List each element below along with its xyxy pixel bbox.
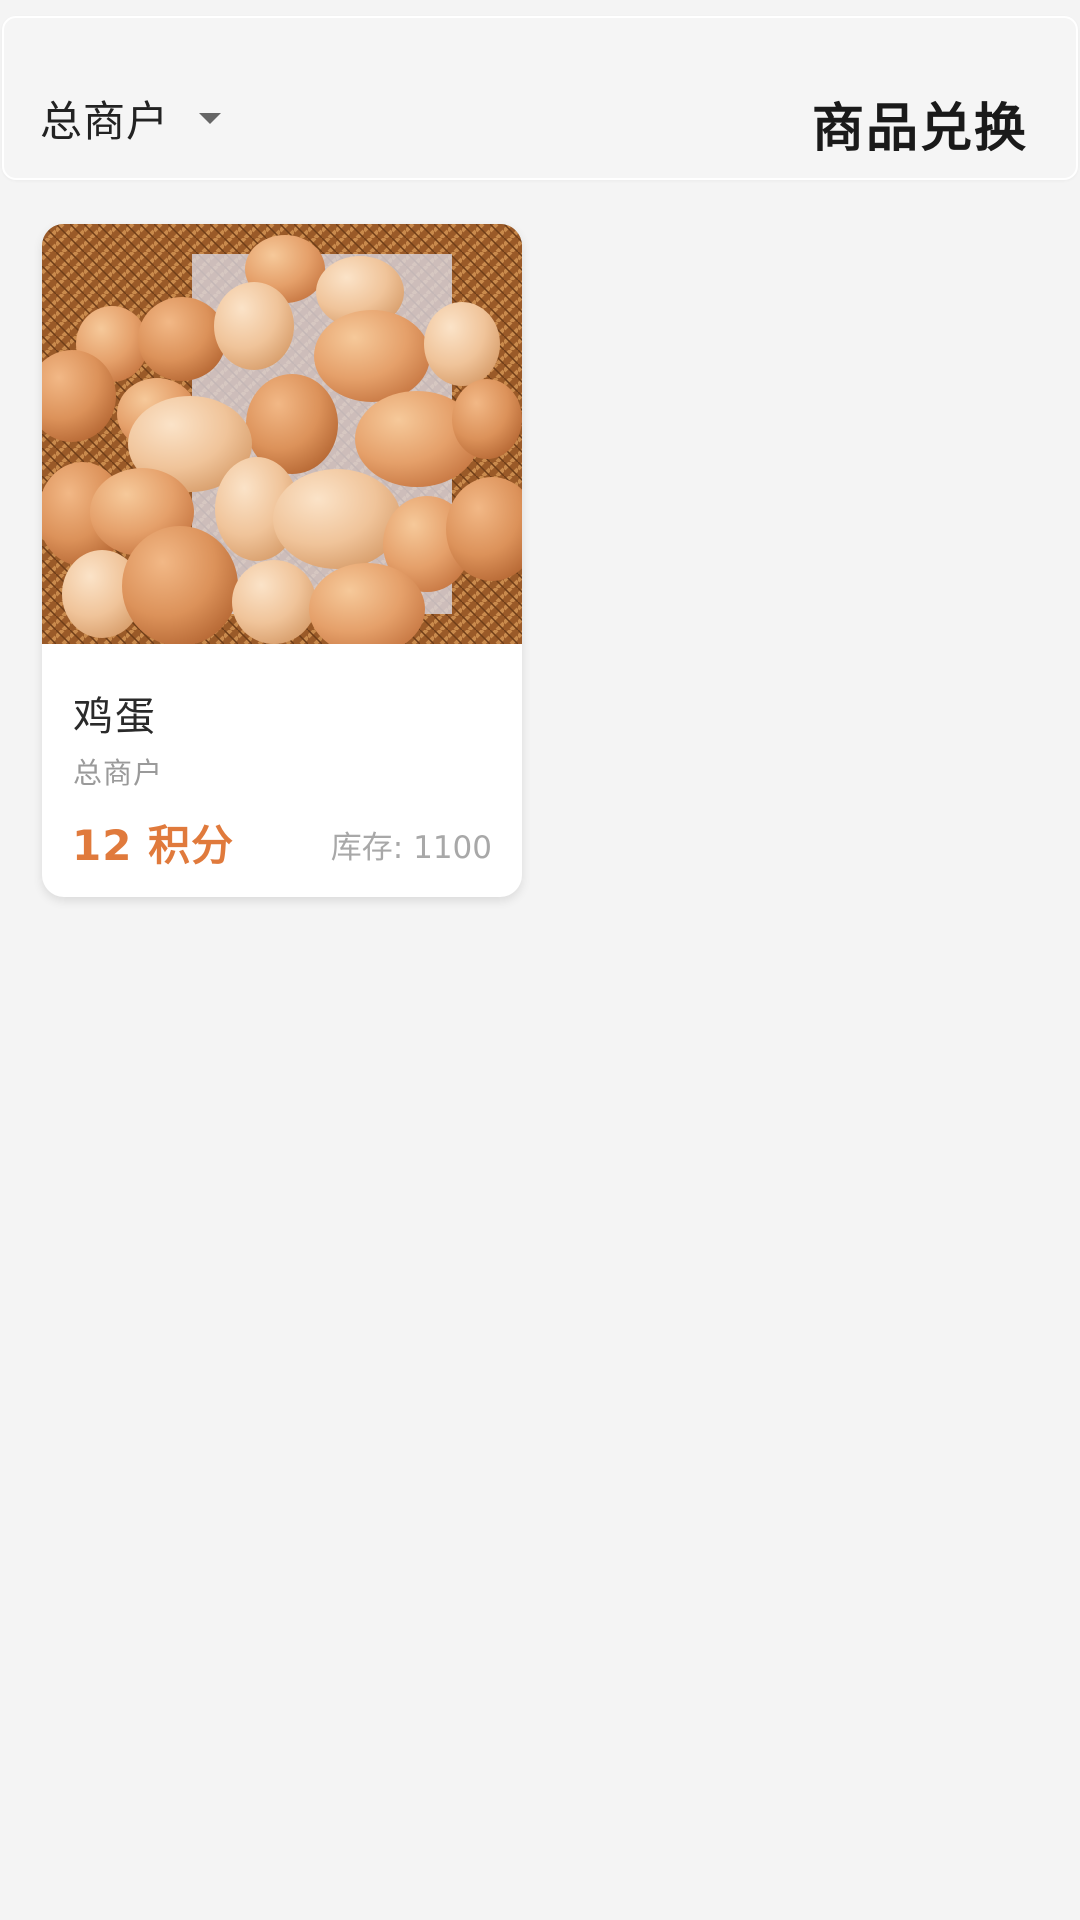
product-card[interactable]: 鸡蛋 总商户 12 积分 库存: 1100 [42, 224, 522, 897]
merchant-selector[interactable]: 总商户 [40, 70, 222, 166]
product-exchange-page: 总商户 商品兑换 鸡蛋 总商户 12 积分 库存: 1100 [0, 0, 1080, 1920]
chevron-down-icon [199, 112, 222, 124]
product-merchant: 总商户 [73, 756, 164, 790]
product-image [42, 224, 522, 644]
product-stock: 库存: 1100 [330, 830, 492, 866]
merchant-selector-label: 总商户 [40, 96, 170, 146]
eggs-in-basket-icon [42, 224, 522, 644]
product-points: 12 积分 [72, 821, 235, 870]
product-name: 鸡蛋 [73, 694, 157, 740]
top-bar: 总商户 商品兑换 [2, 16, 1078, 180]
page-title: 商品兑换 [811, 99, 1028, 159]
